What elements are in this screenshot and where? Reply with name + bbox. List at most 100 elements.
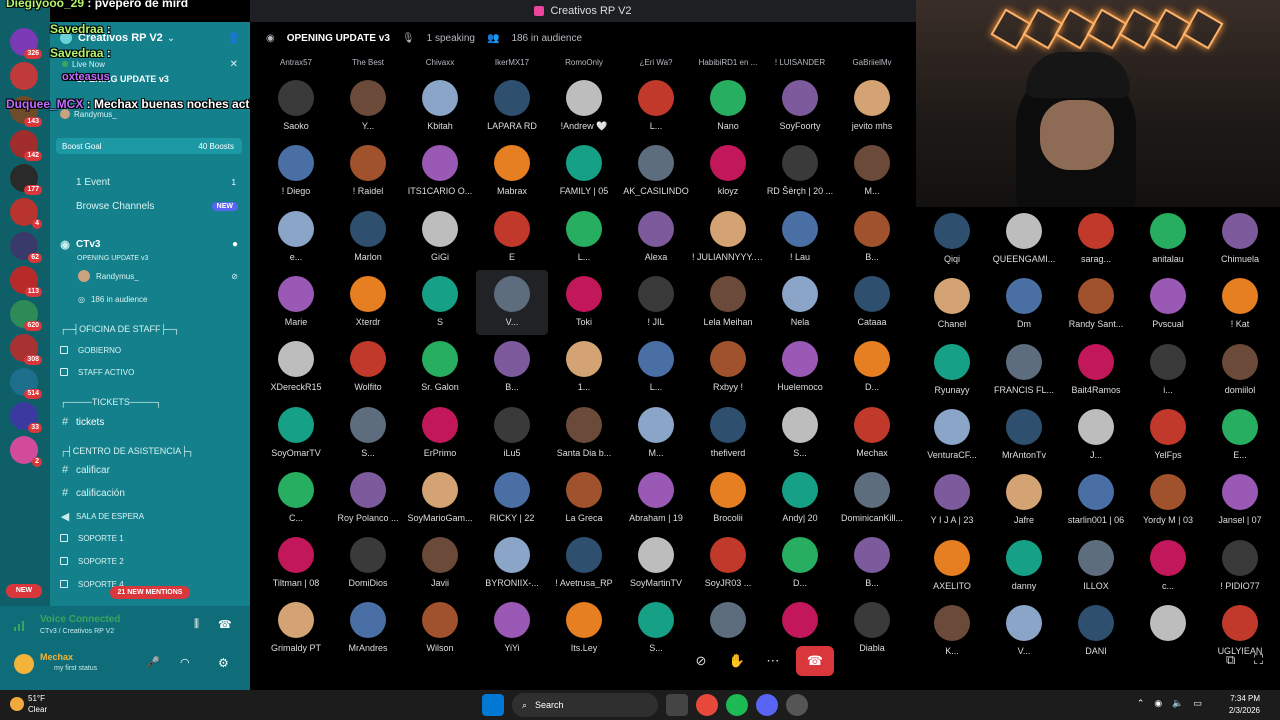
audience-member[interactable]: iLu5	[476, 401, 548, 466]
audience-member[interactable]: domiilol	[1204, 338, 1276, 403]
audience-member[interactable]: Marlon	[332, 205, 404, 270]
audience-member[interactable]: RICKY | 22	[476, 466, 548, 531]
audience-member[interactable]: B...	[836, 205, 908, 270]
audience-member[interactable]: DominicanKill...	[836, 466, 908, 531]
channel-gobierno[interactable]: GOBIERNO	[50, 342, 250, 358]
audience-member[interactable]: Brocolii	[692, 466, 764, 531]
audience-member[interactable]: c...	[1132, 534, 1204, 599]
weather-widget[interactable]: 51°F Clear	[10, 693, 47, 715]
app-icon[interactable]	[786, 694, 808, 716]
more-icon[interactable]: ⋯	[760, 646, 786, 676]
audience-member[interactable]: DomiDios	[332, 531, 404, 596]
channel-sala-espera[interactable]: ◀ SALA DE ESPERA	[50, 508, 250, 524]
audience-member[interactable]: VenturaCF...	[916, 403, 988, 468]
audience-member[interactable]: Alexa	[620, 205, 692, 270]
mic-muted-icon[interactable]: 🎤	[146, 656, 160, 669]
audience-member[interactable]: SoyMartinTV	[620, 531, 692, 596]
audience-member[interactable]: Jansel | 07	[1204, 468, 1276, 533]
clock[interactable]: 7:34 PM 2/3/2026	[1229, 693, 1260, 717]
audience-member[interactable]: 1...	[548, 335, 620, 400]
audience-member[interactable]: ITS1CARIO O...	[404, 139, 476, 204]
spotify-icon[interactable]	[726, 694, 748, 716]
live-stage-user[interactable]: Randymus_	[50, 108, 250, 120]
chat-bubble-icon[interactable]: ●	[232, 239, 238, 250]
task-view-icon[interactable]	[666, 694, 688, 716]
audience-member[interactable]: Jafre	[988, 468, 1060, 533]
audience-member[interactable]: Qiqi	[916, 207, 988, 272]
popout-icon[interactable]: ⧉	[1226, 652, 1235, 668]
audience-member[interactable]: XDereckR15	[260, 335, 332, 400]
audience-member[interactable]: AK_CASILINDO	[620, 139, 692, 204]
audience-member[interactable]: YelFps	[1132, 403, 1204, 468]
audience-member[interactable]: D...	[764, 531, 836, 596]
audience-member[interactable]: Saoko	[260, 74, 332, 139]
server-icon[interactable]: 326	[10, 28, 42, 59]
events-item[interactable]: 1 Event 1	[50, 174, 250, 190]
audience-member[interactable]: starlin001 | 06	[1060, 468, 1132, 533]
server-icon[interactable]: 142	[10, 130, 42, 161]
audience-member[interactable]: ! JULIANNYYY. (...	[692, 205, 764, 270]
audience-member[interactable]: Marie	[260, 270, 332, 335]
audience-member[interactable]: sarag...	[1060, 207, 1132, 272]
audience-member[interactable]: Kbitah	[404, 74, 476, 139]
audience-member[interactable]: E...	[1204, 403, 1276, 468]
audience-member[interactable]: Bait4Ramos	[1060, 338, 1132, 403]
audience-member[interactable]: B...	[476, 335, 548, 400]
audience-member[interactable]: Y I J A | 23	[916, 468, 988, 533]
audience-member[interactable]: LAPARA RD	[476, 74, 548, 139]
server-icon[interactable]: 4	[10, 198, 42, 229]
audience-member[interactable]: Chimuela	[1204, 207, 1276, 272]
network-icon[interactable]: ◉	[1154, 698, 1162, 709]
audience-member[interactable]: ErPrimo	[404, 401, 476, 466]
voice-channel[interactable]: CTv3 / Creativos RP V2	[40, 628, 114, 635]
gear-icon[interactable]: ⚙	[218, 656, 229, 670]
channel-tickets[interactable]: # tickets	[50, 413, 250, 431]
browse-channels-item[interactable]: Browse Channels NEW	[50, 198, 250, 214]
mic-muted-icon[interactable]: ⊘	[688, 646, 714, 676]
boost-goal-bar[interactable]: Boost Goal 40 Boosts	[56, 138, 242, 154]
audience-member[interactable]: Diabla	[836, 596, 908, 661]
disconnect-icon[interactable]: ☎	[218, 618, 232, 631]
audience-member[interactable]: Dm	[988, 272, 1060, 337]
server-header[interactable]: Creativos RP V2 ⌄ 👤	[50, 30, 250, 46]
audience-member[interactable]: i...	[1132, 338, 1204, 403]
audience-member[interactable]: RD Šërçh | 20 ...	[764, 139, 836, 204]
audience-member[interactable]: ! Kat	[1204, 272, 1276, 337]
start-icon[interactable]	[482, 694, 504, 716]
audience-member[interactable]: V...	[988, 599, 1060, 664]
audience-member[interactable]: UGLYIEAN	[1204, 599, 1276, 664]
audience-member[interactable]: Yordy M | 03	[1132, 468, 1204, 533]
audience-member[interactable]: Roy Polanco ...	[332, 466, 404, 531]
audience-member[interactable]: Its.Ley	[548, 596, 620, 661]
audience-member[interactable]: C...	[260, 466, 332, 531]
audience-member[interactable]: AXELITO	[916, 534, 988, 599]
audience-member[interactable]: Sr. Galon	[404, 335, 476, 400]
audience-member[interactable]: QUEENGAMI...	[988, 207, 1060, 272]
stage-audience[interactable]: ◎ 186 in audience	[50, 292, 250, 306]
channel-calificar[interactable]: # calificar	[50, 462, 250, 478]
stage-channel[interactable]: ◉ CTv3 ●	[50, 236, 250, 252]
channel-soporte-1[interactable]: SOPORTE 1	[50, 530, 250, 546]
server-icon[interactable]	[10, 62, 38, 90]
audience-member[interactable]: e...	[260, 205, 332, 270]
voice-status[interactable]: Voice Connected	[40, 614, 120, 625]
audience-member[interactable]: kloyz	[692, 139, 764, 204]
server-icon[interactable]: 33	[10, 402, 42, 433]
audience-member[interactable]: FRANCIS FL...	[988, 338, 1060, 403]
audience-member[interactable]: Y...	[332, 74, 404, 139]
category-staff[interactable]: ┌─┤OFICINA DE STAFF├─┐	[50, 322, 250, 336]
audience-member[interactable]	[1132, 599, 1204, 664]
audience-member[interactable]: S...	[620, 596, 692, 661]
audience-member[interactable]: MrAndres	[332, 596, 404, 661]
chevron-up-icon[interactable]: ⌃	[1137, 698, 1145, 709]
chrome-icon[interactable]	[696, 694, 718, 716]
audience-member[interactable]: Xterdr	[332, 270, 404, 335]
audience-member[interactable]: La Greca	[548, 466, 620, 531]
audience-member[interactable]: K...	[916, 599, 988, 664]
audience-member[interactable]: M...	[836, 139, 908, 204]
server-icon[interactable]: 143	[10, 96, 42, 127]
audience-member[interactable]: Tiltman | 08	[260, 531, 332, 596]
category-tickets[interactable]: ┌────TICKETS────┐	[50, 395, 250, 409]
audience-member[interactable]: L...	[620, 335, 692, 400]
server-icon[interactable]: 62	[10, 232, 42, 263]
